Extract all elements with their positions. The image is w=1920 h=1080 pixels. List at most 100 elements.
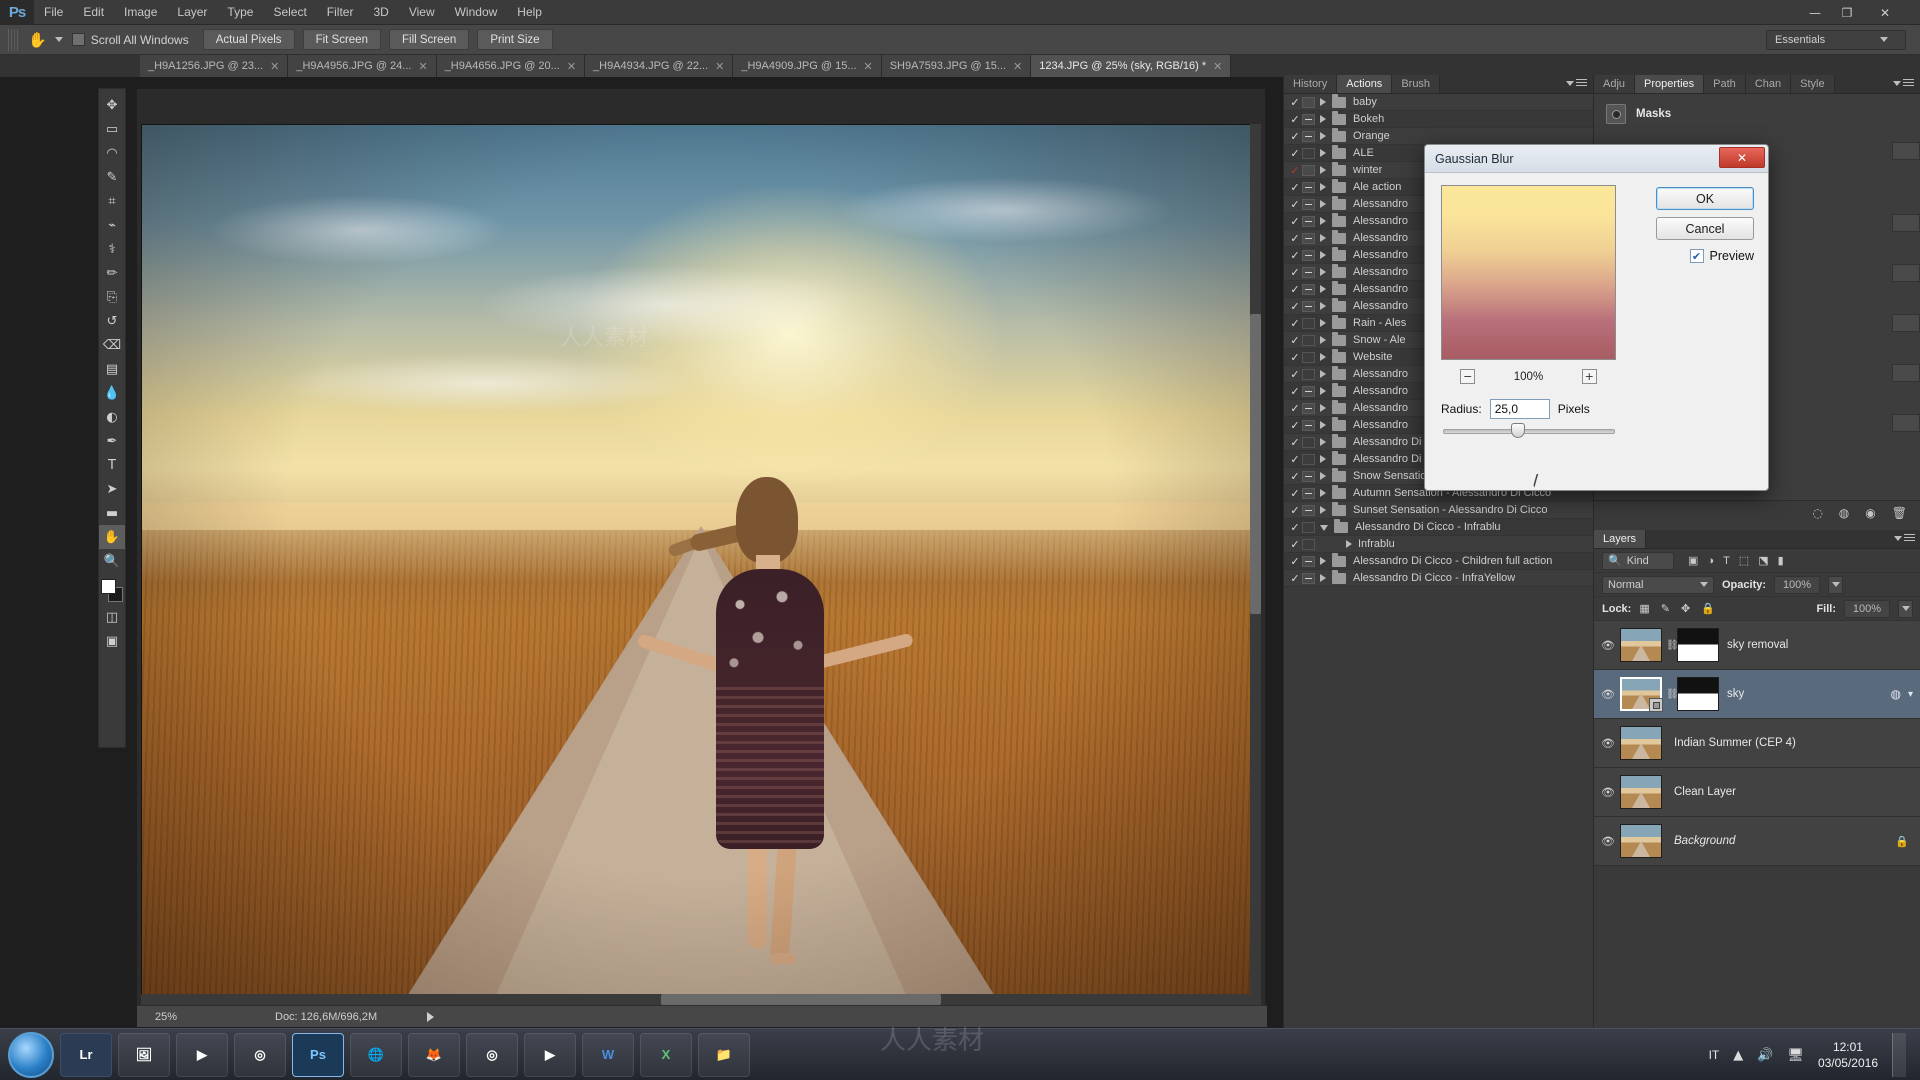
kind-filter-select[interactable]: 🔍 Kind: [1602, 551, 1674, 570]
taskbar-item-vlc[interactable]: ▶: [524, 1032, 576, 1077]
action-dialog-toggle-icon[interactable]: [1302, 521, 1315, 533]
doc-tab-active[interactable]: 1234.JPG @ 25% (sky, RGB/16) * ✕: [1031, 55, 1232, 77]
layer-mask-thumbnail[interactable]: [1677, 677, 1719, 711]
opacity-dropdown-arrow[interactable]: [1828, 575, 1844, 594]
action-toggle-icon[interactable]: ✓: [1288, 538, 1302, 551]
taskbar-item-photo-viewer[interactable]: 🖼: [118, 1032, 170, 1077]
filter-toggle-icon[interactable]: ▮: [1778, 554, 1784, 567]
properties-control-stub[interactable]: [1892, 142, 1920, 160]
action-toggle-icon[interactable]: ✓: [1288, 300, 1302, 313]
doc-tab-4[interactable]: _H9A4909.JPG @ 15... ✕: [733, 55, 882, 77]
menu-image[interactable]: Image: [114, 0, 167, 25]
fill-dropdown-arrow[interactable]: [1898, 599, 1913, 618]
layer-thumbnail[interactable]: [1620, 775, 1662, 809]
chevron-right-icon[interactable]: [1320, 183, 1326, 191]
actual-pixels-button[interactable]: Actual Pixels: [202, 29, 295, 50]
preview-checkbox-row[interactable]: ✔ Preview: [1689, 249, 1754, 263]
type-tool[interactable]: T: [99, 453, 125, 477]
chevron-right-icon[interactable]: [1320, 302, 1326, 310]
tab-paths[interactable]: Path: [1704, 75, 1746, 93]
chevron-right-icon[interactable]: [1320, 438, 1326, 446]
properties-control-stub[interactable]: [1892, 414, 1920, 432]
chevron-right-icon[interactable]: [1320, 115, 1326, 123]
action-toggle-icon[interactable]: ✓: [1288, 266, 1302, 279]
layer-thumbnail[interactable]: [1620, 726, 1662, 760]
foreground-color-swatch[interactable]: [101, 579, 116, 594]
action-dialog-toggle-icon[interactable]: [1302, 300, 1315, 312]
eyedropper-tool[interactable]: ⌁: [99, 213, 125, 237]
action-toggle-icon[interactable]: ✓: [1288, 317, 1302, 330]
layers-list[interactable]: 👁 ⛓ sky removal 👁 ⛓ sky ◍ ▾ 👁 Indian Summer (CEP …: [1594, 621, 1920, 866]
close-icon[interactable]: ✕: [715, 60, 724, 73]
mask-link-icon[interactable]: ⛓: [1666, 689, 1679, 700]
tab-adjustments[interactable]: Adju: [1594, 75, 1636, 93]
action-toggle-icon[interactable]: ✓: [1288, 368, 1302, 381]
blur-tool[interactable]: 💧: [99, 381, 125, 405]
action-dialog-toggle-icon[interactable]: [1302, 266, 1315, 278]
tab-actions[interactable]: Actions: [1337, 75, 1393, 93]
shape-tool[interactable]: ▬: [99, 501, 125, 525]
action-dialog-toggle-icon[interactable]: [1302, 385, 1315, 397]
dodge-tool[interactable]: ◐: [99, 405, 125, 429]
crop-tool[interactable]: ⌗: [99, 189, 125, 213]
chevron-right-icon[interactable]: [1320, 166, 1326, 174]
chevron-right-icon[interactable]: [1320, 404, 1326, 412]
taskbar-item-excel[interactable]: X: [640, 1032, 692, 1077]
action-dialog-toggle-icon[interactable]: [1302, 402, 1315, 414]
action-dialog-toggle-icon[interactable]: [1302, 283, 1315, 295]
mask-link-icon[interactable]: ⛓: [1666, 640, 1679, 651]
dialog-title-bar[interactable]: Gaussian Blur ✕: [1425, 145, 1768, 173]
chevron-right-icon[interactable]: [1320, 370, 1326, 378]
scrollbar-thumb[interactable]: [661, 994, 941, 1005]
properties-control-stub[interactable]: [1892, 364, 1920, 382]
action-toggle-icon[interactable]: ✓: [1288, 402, 1302, 415]
filter-mask-icon[interactable]: ◍: [1890, 687, 1900, 701]
chevron-right-icon[interactable]: [1320, 319, 1326, 327]
doc-tab-0[interactable]: _H9A1256.JPG @ 23... ✕: [140, 55, 289, 77]
start-button[interactable]: [8, 1031, 54, 1078]
tab-styles[interactable]: Style: [1791, 75, 1835, 93]
action-toggle-icon[interactable]: ✓: [1288, 504, 1302, 517]
opacity-value[interactable]: 100%: [1774, 575, 1821, 594]
tab-channels[interactable]: Chan: [1745, 75, 1792, 93]
chevron-right-icon[interactable]: [1320, 98, 1326, 106]
action-row[interactable]: ✓ Infrablu: [1284, 536, 1594, 553]
eye-icon[interactable]: 👁: [1596, 688, 1620, 701]
history-brush-tool[interactable]: ↺: [99, 309, 125, 333]
chevron-right-icon[interactable]: [1320, 217, 1326, 225]
action-toggle-icon[interactable]: ✓: [1288, 351, 1302, 364]
pixel-filter-icon[interactable]: ▣: [1688, 554, 1698, 567]
eye-icon[interactable]: 👁: [1596, 835, 1620, 848]
close-icon[interactable]: ✕: [567, 60, 576, 73]
zoom-tool[interactable]: 🔍: [99, 549, 125, 573]
action-dialog-toggle-icon[interactable]: [1302, 232, 1315, 244]
action-dialog-toggle-icon[interactable]: [1302, 113, 1315, 125]
zoom-out-button[interactable]: −: [1460, 369, 1476, 384]
close-icon[interactable]: ✕: [1213, 60, 1222, 73]
zoom-level[interactable]: 25%: [137, 1011, 195, 1023]
action-dialog-toggle-icon[interactable]: [1302, 334, 1315, 346]
action-toggle-icon[interactable]: ✓: [1288, 113, 1302, 126]
panel-menu-button[interactable]: [1566, 79, 1587, 88]
preview-checkbox[interactable]: ✔: [1689, 249, 1704, 263]
radius-input[interactable]: 25,0: [1489, 399, 1550, 419]
chevron-right-icon[interactable]: [1320, 557, 1326, 565]
smartobject-filter-icon[interactable]: ⬔: [1758, 554, 1768, 567]
minimize-button[interactable]: —: [1800, 0, 1830, 25]
blend-mode-select[interactable]: Normal: [1602, 575, 1714, 594]
toggle-mask-icon[interactable]: ◉: [1865, 506, 1875, 520]
chevron-right-icon[interactable]: [1320, 506, 1326, 514]
action-dialog-toggle-icon[interactable]: [1302, 147, 1315, 159]
action-toggle-icon[interactable]: ✓: [1288, 249, 1302, 262]
zoom-in-button[interactable]: +: [1581, 369, 1597, 384]
action-row[interactable]: ✓ Sunset Sensation - Alessandro Di Cicco: [1284, 501, 1594, 519]
radius-slider-track[interactable]: [1443, 429, 1615, 434]
action-toggle-icon[interactable]: ✓: [1288, 96, 1302, 109]
taskbar-item-lightroom[interactable]: Lr: [60, 1032, 112, 1077]
shape-filter-icon[interactable]: ⬚: [1739, 554, 1749, 567]
close-button[interactable]: ✕: [1870, 0, 1900, 25]
chevron-right-icon[interactable]: [1346, 540, 1352, 548]
brush-tool[interactable]: ✏: [99, 261, 125, 285]
move-tool[interactable]: ✥: [99, 93, 125, 117]
blur-preview[interactable]: [1441, 185, 1616, 360]
